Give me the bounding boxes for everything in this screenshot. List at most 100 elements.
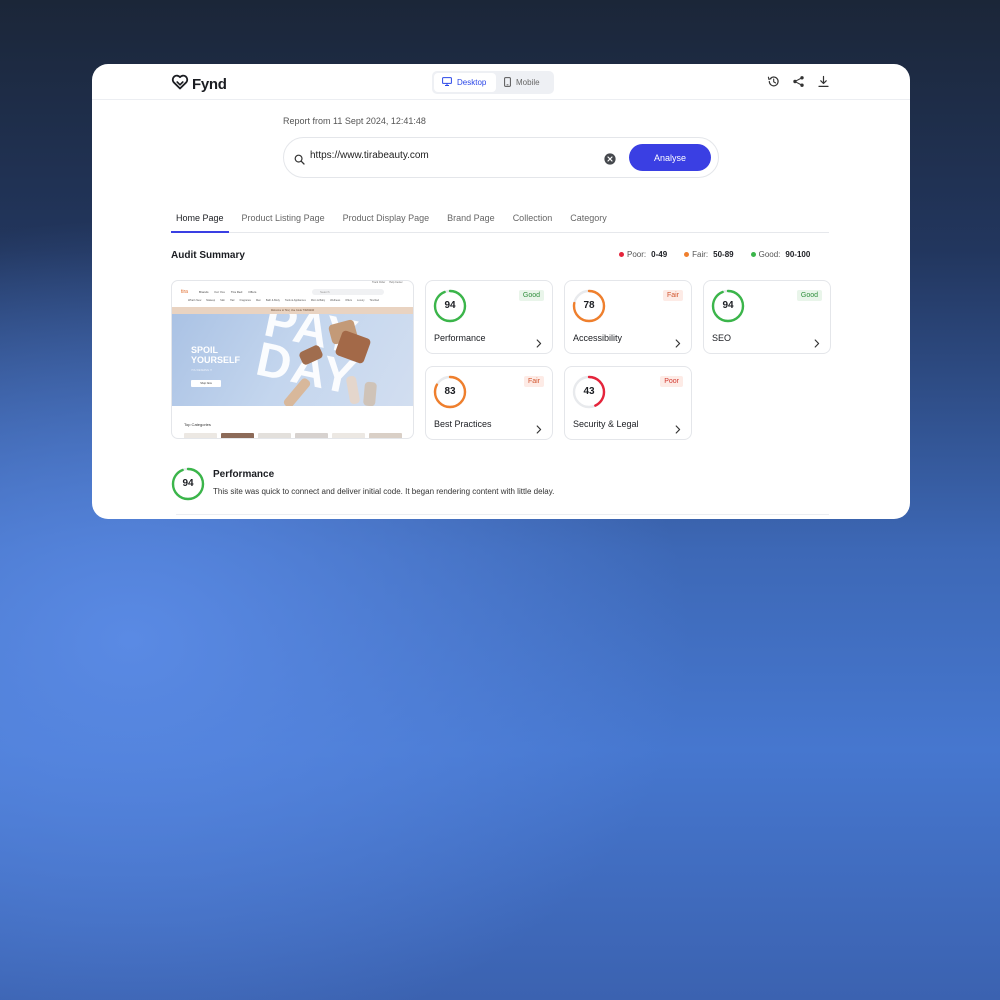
performance-score-card[interactable]: 94 Good Performance	[425, 280, 553, 354]
chevron-right-icon	[536, 335, 542, 353]
tab-category[interactable]: Category	[565, 207, 612, 233]
monitor-icon	[442, 77, 452, 88]
preview-hero-button: Shop Now	[191, 380, 221, 387]
preview-hero-subtitle: YOU DESERVE IT	[191, 369, 212, 372]
preview-nav-item: For You	[214, 290, 225, 294]
mobile-toggle-button[interactable]: Mobile	[496, 73, 548, 92]
best-practices-score-value: 83	[444, 386, 456, 397]
section-divider	[176, 514, 829, 515]
share-icon[interactable]	[792, 75, 805, 88]
tab-collection[interactable]: Collection	[508, 207, 558, 233]
accessibility-score-card[interactable]: 78 Fair Accessibility	[564, 280, 692, 354]
category-thumbnail	[332, 433, 365, 438]
device-toggle: Desktop Mobile	[432, 71, 554, 94]
preview-menu-item: Luxury	[357, 299, 365, 302]
security-legal-score-value: 43	[583, 386, 595, 397]
chevron-right-icon	[814, 335, 820, 353]
preview-links: Track Order Help Center	[372, 281, 403, 284]
legend-good-range: 90-100	[785, 250, 811, 259]
fynd-logo[interactable]: Fynd	[171, 73, 227, 96]
preview-promo-strip: Welcome to Tira | Use Code TIRANEW	[172, 307, 413, 314]
security-legal-score-card[interactable]: 43 Poor Security & Legal	[564, 366, 692, 440]
status-badge: Good	[796, 290, 822, 301]
preview-link: Help Center	[389, 281, 403, 284]
preview-menu-item: Bath & Body	[265, 299, 280, 302]
preview-category-thumbnails	[184, 433, 402, 438]
preview-menu-item: Tira Red	[369, 299, 380, 302]
preview-menu-item: Mom & Baby	[310, 299, 326, 302]
desktop-label: Desktop	[457, 78, 487, 87]
score-legend: Poor: 0-49 Fair: 50-89 Good: 90-100	[619, 250, 810, 259]
mobile-label: Mobile	[516, 78, 540, 87]
performance-card-label: Performance	[434, 333, 486, 343]
preview-nav-item: Offers	[248, 290, 257, 294]
legend-poor-label: Poor:	[627, 250, 647, 259]
best-practices-score-card[interactable]: 83 Fair Best Practices	[425, 366, 553, 440]
good-dot-icon	[750, 252, 756, 257]
seo-score-card[interactable]: 94 Good SEO	[703, 280, 831, 354]
preview-menu-item: Tools & Appliances	[284, 299, 306, 302]
preview-menu-item: Men	[256, 299, 261, 302]
audit-summary-title: Audit Summary	[171, 250, 245, 261]
category-thumbnail	[221, 433, 254, 438]
top-actions	[767, 75, 830, 88]
preview-menu-item: Skin	[220, 299, 226, 302]
accessibility-card-label: Accessibility	[573, 333, 623, 343]
url-input[interactable]	[310, 150, 590, 161]
tab-brand-page[interactable]: Brand Page	[442, 207, 500, 233]
performance-detail-description: This site was quick to connect and deliv…	[213, 487, 555, 496]
product-tube-image	[362, 381, 378, 406]
clear-icon[interactable]	[604, 152, 616, 170]
download-icon[interactable]	[817, 75, 830, 88]
chevron-right-icon	[675, 421, 681, 439]
security-legal-card-label: Security & Legal	[573, 419, 639, 429]
preview-menu-item: Fragrance	[239, 299, 252, 302]
preview-search: Search	[312, 289, 384, 295]
top-bar: Fynd Desktop Mobile	[92, 64, 910, 100]
fair-dot-icon	[684, 252, 690, 257]
legend-poor-range: 0-49	[651, 250, 668, 259]
status-badge: Poor	[660, 376, 683, 387]
legend-good-label: Good:	[758, 250, 781, 259]
tab-product-listing-page[interactable]: Product Listing Page	[237, 207, 330, 233]
legend-fair-label: Fair:	[692, 250, 709, 259]
poor-dot-icon	[619, 252, 624, 257]
preview-menu-item: Wellness	[330, 299, 341, 302]
preview-hero-heading-line: YOURSELF	[191, 355, 241, 365]
performance-detail-score: 94	[182, 478, 194, 489]
page-type-tabs: Home Page Product Listing Page Product D…	[171, 207, 829, 233]
preview-menu-item: What's New	[188, 299, 202, 302]
tab-home-page[interactable]: Home Page	[171, 207, 229, 233]
preview-menu-item: Offers	[345, 299, 353, 302]
preview-header: tira Brands For You Tira Red Offers Sear…	[172, 281, 413, 307]
legend-poor: Poor: 0-49	[619, 250, 667, 259]
preview-hero-banner: PAY DAY SPOIL YOURSELF YOU DESERVE IT Sh…	[172, 314, 413, 406]
fynd-logo-text: Fynd	[192, 76, 227, 93]
phone-icon	[504, 76, 511, 89]
search-icon	[294, 152, 305, 170]
analyse-button[interactable]: Analyse	[629, 144, 711, 171]
category-thumbnail	[369, 433, 402, 438]
seo-card-label: SEO	[712, 333, 732, 343]
preview-logo: tira	[181, 289, 188, 295]
url-search-bar: Analyse	[283, 137, 719, 178]
desktop-toggle-button[interactable]: Desktop	[434, 73, 496, 92]
performance-detail-title: Performance	[213, 469, 275, 480]
tab-product-display-page[interactable]: Product Display Page	[338, 207, 435, 233]
preview-nav: Brands For You Tira Red Offers	[199, 290, 256, 294]
status-badge: Fair	[523, 376, 544, 387]
report-date: Report from 11 Sept 2024, 12:41:48	[283, 116, 426, 126]
performance-score-value: 94	[444, 300, 456, 311]
report-window: Fynd Desktop Mobile Report from 11 Sept …	[92, 64, 910, 519]
legend-fair: Fair: 50-89	[684, 250, 734, 259]
preview-categories-title: Top Categories	[184, 422, 211, 427]
legend-fair-range: 50-89	[713, 250, 734, 259]
preview-link: Track Order	[372, 281, 386, 284]
accessibility-score-value: 78	[583, 300, 595, 311]
category-thumbnail	[295, 433, 328, 438]
history-icon[interactable]	[767, 75, 780, 88]
preview-menu: What's New Makeup Skin Hair Fragrance Me…	[172, 299, 413, 302]
chevron-right-icon	[536, 421, 542, 439]
category-thumbnail	[184, 433, 217, 438]
fynd-logo-icon	[171, 73, 189, 96]
